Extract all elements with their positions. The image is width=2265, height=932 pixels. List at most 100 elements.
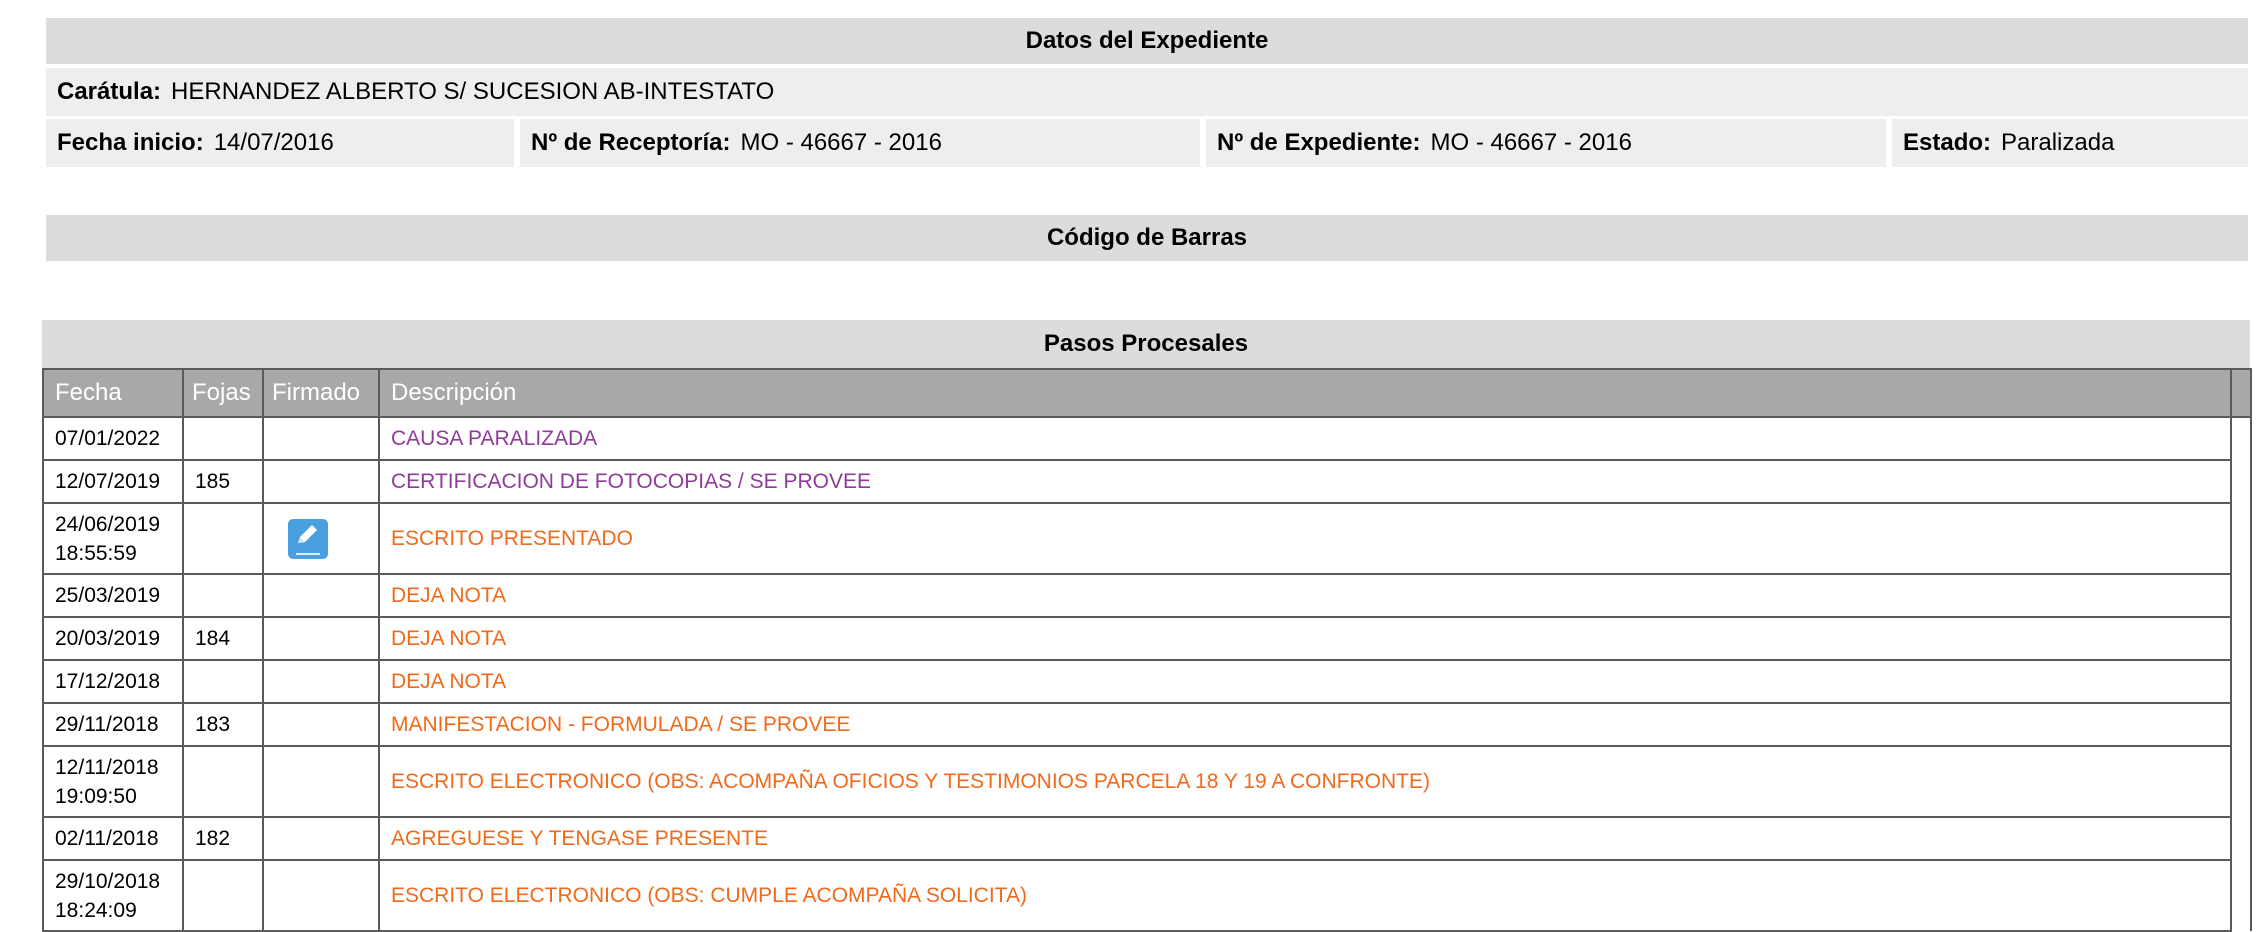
fecha-value: 29/11/2018 — [55, 713, 159, 736]
table-row[interactable]: 17/12/2018 DEJA NOTA — [42, 659, 2252, 704]
fojas-cell: 183 — [182, 702, 264, 747]
pasos-header-row: Fecha Fojas Firmado Descripción — [42, 368, 2252, 418]
fecha-value: 12/11/2018 — [55, 755, 159, 779]
estado-value: Paralizada — [2001, 129, 2115, 156]
table-row[interactable]: 20/03/2019 184 DEJA NOTA — [42, 616, 2252, 661]
expediente-value: MO - 46667 - 2016 — [1430, 129, 1632, 156]
estado-cell: Estado: Paralizada — [1892, 119, 2248, 167]
datos-row: Fecha inicio: 14/07/2016 Nº de Receptoría… — [46, 119, 2248, 167]
descripcion-link[interactable]: DEJA NOTA — [378, 659, 2232, 704]
fojas-cell: 185 — [182, 459, 264, 504]
row-spacer — [2230, 417, 2252, 460]
firmado-cell — [262, 745, 380, 818]
table-row[interactable]: 02/11/2018 182 AGREGUESE Y TENGASE PRESE… — [42, 816, 2252, 861]
fojas-cell — [182, 502, 264, 575]
table-row[interactable]: 12/11/2018 19:09:50 ESCRITO ELECTRONICO (… — [42, 745, 2252, 818]
caratula-value: HERNANDEZ ALBERTO S/ SUCESION AB-INTESTA… — [171, 78, 775, 105]
fecha-value: 12/07/2019 — [55, 470, 161, 493]
fecha-inicio-value: 14/07/2016 — [213, 129, 334, 156]
fecha-cell: 25/03/2019 — [42, 573, 184, 618]
fecha-cell: 02/11/2018 — [42, 816, 184, 861]
fecha-cell: 29/10/2018 18:24:09 — [42, 859, 184, 932]
fecha-cell: 24/06/2019 18:55:59 — [42, 502, 184, 575]
expediente-cell: Nº de Expediente: MO - 46667 - 2016 — [1206, 119, 1886, 167]
firmado-cell — [262, 416, 380, 461]
caratula-cell: Carátula: HERNANDEZ ALBERTO S/ SUCESION A… — [46, 68, 2248, 116]
fojas-cell: 182 — [182, 816, 264, 861]
table-row[interactable]: 24/06/2019 18:55:59 ESCRITO PRESENTADO — [42, 502, 2252, 575]
fecha-value: 29/10/2018 — [55, 869, 161, 893]
row-spacer — [2230, 574, 2252, 617]
expediente-label: Nº de Expediente: — [1217, 129, 1421, 156]
firmado-cell — [262, 659, 380, 704]
row-spacer — [2230, 617, 2252, 660]
firmado-cell — [262, 459, 380, 504]
col-fojas-header[interactable]: Fojas — [182, 368, 264, 418]
hora-value: 19:09:50 — [55, 784, 137, 808]
col-descripcion-header[interactable]: Descripción — [378, 368, 2232, 418]
table-row[interactable]: 12/07/2019 185 CERTIFICACION DE FOTOCOPI… — [42, 459, 2252, 504]
estado-label: Estado: — [1903, 129, 1992, 156]
firmado-cell — [262, 502, 380, 575]
firmado-cell — [262, 616, 380, 661]
descripcion-link[interactable]: DEJA NOTA — [378, 616, 2232, 661]
pasos-table: Fecha Fojas Firmado Descripción 07/01/20… — [42, 368, 2252, 932]
fojas-cell — [182, 573, 264, 618]
fojas-cell: 184 — [182, 616, 264, 661]
row-spacer — [2230, 703, 2252, 746]
firmado-cell — [262, 702, 380, 747]
fecha-cell: 07/01/2022 — [42, 416, 184, 461]
descripcion-link[interactable]: ESCRITO ELECTRONICO (OBS: ACOMPAÑA OFICI… — [378, 745, 2232, 818]
fecha-value: 02/11/2018 — [55, 827, 159, 850]
row-spacer — [2230, 746, 2252, 817]
receptoria-label: Nº de Receptoría: — [531, 129, 731, 156]
table-row[interactable]: 25/03/2019 DEJA NOTA — [42, 573, 2252, 618]
fecha-cell: 20/03/2019 — [42, 616, 184, 661]
fojas-cell — [182, 659, 264, 704]
fecha-value: 07/01/2022 — [55, 427, 161, 450]
table-row[interactable]: 29/10/2018 18:24:09 ESCRITO ELECTRONICO (… — [42, 859, 2252, 932]
table-row[interactable]: 29/11/2018 183 MANIFESTACION - FORMULADA… — [42, 702, 2252, 747]
firmado-cell — [262, 573, 380, 618]
row-spacer — [2230, 503, 2252, 574]
fecha-cell: 29/11/2018 — [42, 702, 184, 747]
fecha-inicio-label: Fecha inicio: — [57, 129, 204, 156]
descripcion-link[interactable]: DEJA NOTA — [378, 573, 2232, 618]
fecha-value: 17/12/2018 — [55, 670, 161, 693]
receptoria-value: MO - 46667 - 2016 — [740, 129, 942, 156]
row-spacer — [2230, 860, 2252, 931]
firmado-cell — [262, 859, 380, 932]
fecha-cell: 12/07/2019 — [42, 459, 184, 504]
hora-value: 18:24:09 — [55, 898, 137, 922]
firmado-cell — [262, 816, 380, 861]
pasos-body: 07/01/2022 CAUSA PARALIZADA 12/07/2019 1… — [42, 416, 2252, 932]
descripcion-link[interactable]: AGREGUESE Y TENGASE PRESENTE — [378, 816, 2232, 861]
row-spacer — [2230, 660, 2252, 703]
fecha-value: 24/06/2019 — [55, 512, 161, 536]
datos-expediente-title: Datos del Expediente — [46, 18, 2248, 64]
descripcion-link[interactable]: ESCRITO PRESENTADO — [378, 502, 2232, 575]
fojas-cell — [182, 859, 264, 932]
row-spacer — [2230, 460, 2252, 503]
table-row[interactable]: 07/01/2022 CAUSA PARALIZADA — [42, 416, 2252, 461]
scrollbar-header — [2230, 368, 2252, 418]
fecha-value: 20/03/2019 — [55, 627, 161, 650]
descripcion-link[interactable]: ESCRITO ELECTRONICO (OBS: CUMPLE ACOMPAÑ… — [378, 859, 2232, 932]
caratula-row: Carátula: HERNANDEZ ALBERTO S/ SUCESION A… — [46, 68, 2248, 116]
row-spacer — [2230, 817, 2252, 860]
col-fecha-header[interactable]: Fecha — [42, 368, 184, 418]
fojas-cell — [182, 416, 264, 461]
descripcion-link[interactable]: CERTIFICACION DE FOTOCOPIAS / SE PROVEE — [378, 459, 2232, 504]
descripcion-link[interactable]: CAUSA PARALIZADA — [378, 416, 2232, 461]
fecha-inicio-cell: Fecha inicio: 14/07/2016 — [46, 119, 514, 167]
fojas-cell — [182, 745, 264, 818]
col-firmado-header[interactable]: Firmado — [262, 368, 380, 418]
expediente-page: Datos del Expediente Carátula: HERNANDEZ … — [0, 0, 2265, 932]
fecha-cell: 12/11/2018 19:09:50 — [42, 745, 184, 818]
fecha-cell: 17/12/2018 — [42, 659, 184, 704]
receptoria-cell: Nº de Receptoría: MO - 46667 - 2016 — [520, 119, 1200, 167]
hora-value: 18:55:59 — [55, 541, 137, 565]
fecha-value: 25/03/2019 — [55, 584, 161, 607]
signed-pencil-icon[interactable] — [288, 518, 328, 559]
descripcion-link[interactable]: MANIFESTACION - FORMULADA / SE PROVEE — [378, 702, 2232, 747]
